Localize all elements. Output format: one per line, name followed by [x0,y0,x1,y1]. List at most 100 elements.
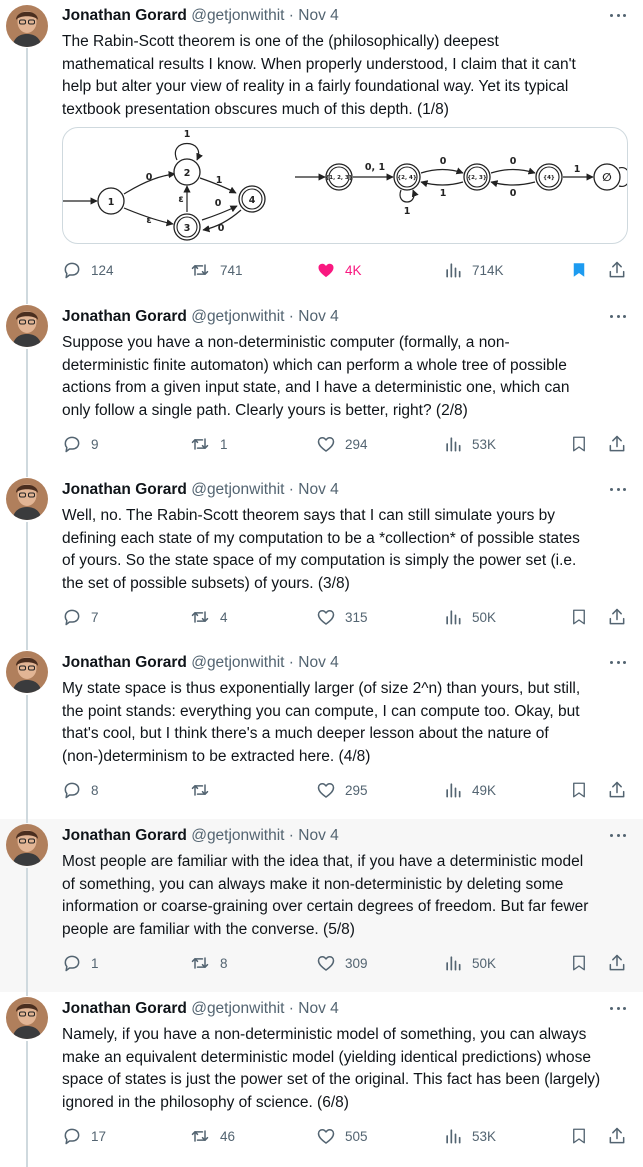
retweet-count: 1 [220,436,228,452]
more-icon[interactable] [608,1002,628,1016]
bookmark-button[interactable] [570,1124,588,1148]
like-button[interactable]: 315 [316,605,368,629]
like-count: 505 [345,1128,368,1144]
tweet-5[interactable]: Jonathan Gorard @getjonwithit · Nov 4 Mos… [0,819,643,992]
retweet-count: 8 [220,955,228,971]
tweet-1[interactable]: Jonathan Gorard @getjonwithit · Nov 4 Th… [0,0,643,300]
views-button[interactable]: 53K [443,432,496,456]
author-handle[interactable]: @getjonwithit [191,1000,284,1017]
like-button[interactable]: 294 [316,432,368,456]
retweet-button[interactable]: 741 [189,258,243,282]
avatar[interactable] [6,824,48,866]
like-button[interactable]: 309 [316,951,368,975]
share-button[interactable] [607,605,627,629]
tweet-date[interactable]: Nov 4 [298,654,339,671]
share-button[interactable] [607,258,627,282]
share-button[interactable] [607,432,627,456]
author-handle[interactable]: @getjonwithit [191,7,284,24]
nfa-edge-label: 0 [146,172,153,183]
reply-button[interactable]: 8 [62,778,99,802]
tweet-6[interactable]: Jonathan Gorard @getjonwithit · Nov 4 Nam… [0,992,643,1167]
tweet-date[interactable]: Nov 4 [298,7,339,24]
retweet-button[interactable]: 4 [189,605,228,629]
reply-icon [64,262,80,279]
more-icon[interactable] [608,829,628,843]
reply-button[interactable]: 7 [62,605,99,629]
author-name[interactable]: Jonathan Gorard [62,654,187,671]
like-button[interactable]: 505 [316,1124,368,1148]
views-count: 50K [472,609,497,625]
share-icon [609,781,625,798]
more-icon[interactable] [608,483,628,497]
avatar[interactable] [6,478,48,520]
reply-count: 7 [91,609,99,625]
views-count: 53K [472,1128,497,1144]
like-count: 294 [345,436,368,452]
views-button[interactable]: 714K [443,258,504,282]
avatar[interactable] [6,997,48,1039]
avatar[interactable] [6,305,48,347]
share-button[interactable] [607,778,627,802]
retweet-button[interactable]: 46 [189,1124,235,1148]
retweet-button[interactable]: 1 [189,432,228,456]
tweet-header: Jonathan Gorard @getjonwithit · Nov 4 [62,7,339,24]
reply-button[interactable]: 1 [62,951,99,975]
reply-button[interactable]: 124 [62,258,114,282]
avatar[interactable] [6,5,48,47]
tweet-actions: 7 4 315 50K [0,605,643,629]
tweet-date[interactable]: Nov 4 [298,1000,339,1017]
nfa-state-label: 1 [108,197,115,208]
retweet-icon [191,438,209,450]
dfa-edge-label: 1 [440,188,447,199]
tweet-header: Jonathan Gorard @getjonwithit · Nov 4 [62,481,339,498]
more-icon[interactable] [608,656,628,670]
bookmark-button[interactable] [570,951,588,975]
more-icon[interactable] [608,310,628,324]
like-count: 309 [345,955,368,971]
views-icon [446,263,461,278]
share-button[interactable] [607,1124,627,1148]
views-button[interactable]: 53K [443,1124,496,1148]
retweet-button[interactable]: 8 [189,951,228,975]
author-handle[interactable]: @getjonwithit [191,308,284,325]
author-name[interactable]: Jonathan Gorard [62,7,187,24]
like-button[interactable]: 4K [316,258,362,282]
views-button[interactable]: 49K [443,778,496,802]
bookmark-icon [573,1128,585,1144]
views-button[interactable]: 50K [443,605,496,629]
more-icon[interactable] [608,9,628,23]
tweet-2[interactable]: Jonathan Gorard @getjonwithit · Nov 4 Sup… [0,300,643,473]
tweet-date[interactable]: Nov 4 [298,827,339,844]
bookmark-icon [573,782,585,798]
bookmark-button[interactable] [570,432,588,456]
nfa-edge-label: ε [178,194,183,205]
tweet-3[interactable]: Jonathan Gorard @getjonwithit · Nov 4 Wel… [0,473,643,646]
thread-line [26,1041,28,1167]
tweet-date[interactable]: Nov 4 [298,308,339,325]
like-button[interactable]: 295 [316,778,368,802]
bookmark-button[interactable] [570,605,588,629]
avatar[interactable] [6,651,48,693]
bookmark-button[interactable] [570,778,588,802]
author-name[interactable]: Jonathan Gorard [62,481,187,498]
author-name[interactable]: Jonathan Gorard [62,1000,187,1017]
automaton-diagram-image[interactable]: 1 2 3 4 0 1 1 ε ε 0 0 {1, 2, 3} {2, 4} {… [62,127,628,244]
author-handle[interactable]: @getjonwithit [191,481,284,498]
author-handle[interactable]: @getjonwithit [191,827,284,844]
tweet-4[interactable]: Jonathan Gorard @getjonwithit · Nov 4 My … [0,646,643,819]
author-handle[interactable]: @getjonwithit [191,654,284,671]
views-button[interactable]: 50K [443,951,496,975]
thread-line [26,819,28,823]
retweet-button[interactable] [189,778,220,802]
dfa-state-label: ∅ [602,171,611,184]
reply-count: 1 [91,955,99,971]
bookmark-button[interactable] [570,258,588,282]
tweet-date[interactable]: Nov 4 [298,481,339,498]
reply-icon [64,436,80,453]
reply-button[interactable]: 9 [62,432,99,456]
author-name[interactable]: Jonathan Gorard [62,308,187,325]
share-button[interactable] [607,951,627,975]
author-name[interactable]: Jonathan Gorard [62,827,187,844]
reply-count: 9 [91,436,99,452]
reply-button[interactable]: 17 [62,1124,106,1148]
